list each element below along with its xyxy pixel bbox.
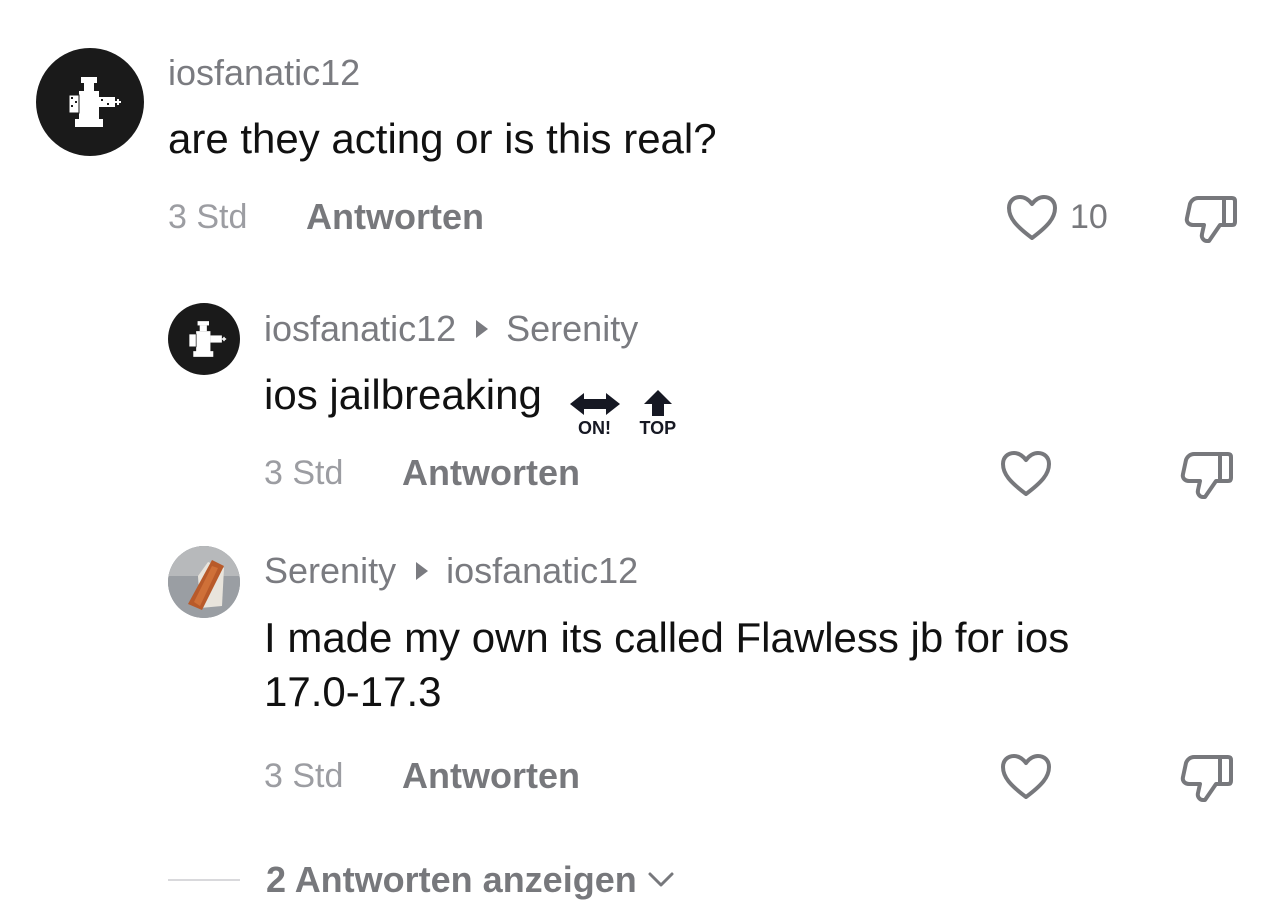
reply-username-row: iosfanatic12 Serenity: [264, 308, 638, 350]
reply-to-username[interactable]: Serenity: [506, 308, 638, 350]
thumbs-down-icon[interactable]: [1184, 194, 1238, 244]
avatar[interactable]: [36, 48, 144, 156]
photo-avatar: [168, 546, 240, 618]
comment-text-line: I made my own its called Flawless jb for…: [264, 614, 1070, 661]
comment-time: 3 Std: [168, 198, 248, 236]
emoji-group: ON! TOP: [568, 389, 676, 437]
heart-outline-icon[interactable]: [1006, 194, 1058, 242]
chess-rook-icon: [188, 321, 227, 357]
view-more-replies-button[interactable]: 2 Antworten anzeigen: [168, 855, 675, 905]
reply-button[interactable]: Antworten: [306, 196, 484, 238]
comment-text: ios jailbreaking ON! TOP: [264, 368, 676, 437]
comment-text: I made my own its called Flawless jb for…: [264, 611, 1224, 719]
comment-username[interactable]: iosfanatic12: [168, 52, 360, 94]
reply-button[interactable]: Antworten: [402, 755, 580, 797]
username-text[interactable]: Serenity: [264, 550, 396, 592]
like-count: 10: [1070, 198, 1108, 236]
thumbs-down-icon[interactable]: [1180, 450, 1234, 500]
comment-text-line: 17.0-17.3: [264, 668, 442, 715]
top-arrow-emoji: TOP: [640, 389, 676, 437]
comment-text-body: ios jailbreaking: [264, 371, 542, 418]
username-text[interactable]: iosfanatic12: [168, 52, 360, 94]
avatar[interactable]: [168, 303, 240, 375]
reply-button[interactable]: Antworten: [402, 452, 580, 494]
reply-to-username[interactable]: iosfanatic12: [446, 550, 638, 592]
view-more-label[interactable]: 2 Antworten anzeigen: [266, 859, 637, 901]
username-text[interactable]: iosfanatic12: [264, 308, 456, 350]
caret-right-icon: [476, 320, 489, 338]
avatar[interactable]: [168, 546, 240, 618]
chess-rook-icon: [68, 77, 121, 127]
heart-outline-icon[interactable]: [1000, 450, 1052, 498]
thumbs-down-icon[interactable]: [1180, 753, 1234, 803]
comment-time: 3 Std: [264, 454, 344, 492]
caret-right-icon: [416, 562, 429, 580]
comment-text: are they acting or is this real?: [168, 115, 717, 162]
heart-outline-icon[interactable]: [1000, 753, 1052, 801]
comment-time: 3 Std: [264, 757, 344, 795]
divider-line: [168, 879, 240, 881]
reply-username-row: Serenity iosfanatic12: [264, 550, 638, 592]
up-arrow-icon: [643, 390, 672, 416]
chevron-down-icon[interactable]: [647, 871, 675, 889]
left-right-arrow-icon: [569, 393, 620, 415]
on-arrow-emoji: ON!: [568, 391, 622, 437]
